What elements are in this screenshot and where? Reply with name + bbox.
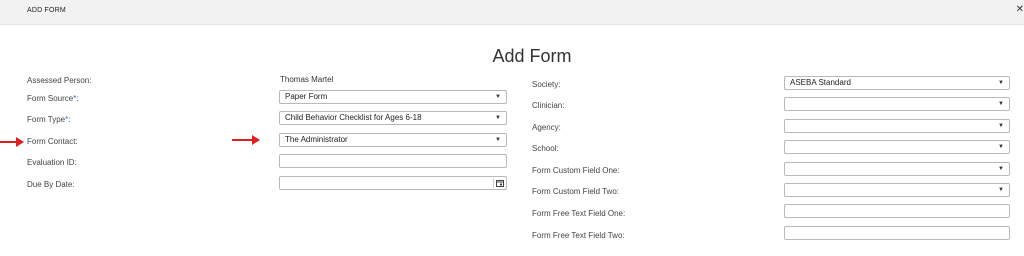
chevron-down-icon: ▼ [998, 144, 1004, 150]
due-by-date-label: Due By Date: [27, 180, 75, 189]
close-icon[interactable]: ✕ [1016, 4, 1024, 15]
free-text-field-one-label: Form Free Text Field One: [532, 209, 626, 218]
school-label: School: [532, 144, 559, 153]
chevron-down-icon: ▼ [998, 187, 1004, 193]
form-type-value: Child Behavior Checklist for Ages 6-18 [285, 113, 422, 122]
clinician-label: Clinician: [532, 101, 565, 110]
custom-field-two-label: Form Custom Field Two: [532, 187, 619, 196]
chevron-down-icon: ▼ [495, 94, 501, 100]
red-arrow-icon [232, 135, 260, 145]
chevron-down-icon: ▼ [998, 166, 1004, 172]
society-select[interactable]: ASEBA Standard ▼ [784, 76, 1010, 90]
chevron-down-icon: ▼ [495, 137, 501, 143]
agency-label: Agency: [532, 123, 561, 132]
society-label: Society: [532, 80, 561, 89]
agency-select[interactable]: ▼ [784, 119, 1010, 133]
chevron-down-icon: ▼ [495, 115, 501, 121]
calendar-icon[interactable] [493, 178, 505, 188]
form-contact-value: The Administrator [285, 135, 348, 144]
custom-field-one-label: Form Custom Field One: [532, 166, 620, 175]
school-select[interactable]: ▼ [784, 140, 1010, 154]
form-source-label: Form Source*: [27, 94, 79, 103]
assessed-person-label: Assessed Person: [27, 76, 92, 85]
chevron-down-icon: ▼ [998, 123, 1004, 129]
form-source-value: Paper Form [285, 92, 328, 101]
chevron-down-icon: ▼ [998, 101, 1004, 107]
red-arrow-icon [0, 137, 24, 147]
form-source-select[interactable]: Paper Form ▼ [279, 90, 507, 104]
page-title: Add Form [492, 46, 572, 66]
society-value: ASEBA Standard [790, 78, 851, 87]
form-type-label: Form Type*: [27, 115, 71, 124]
evaluation-id-input[interactable] [279, 154, 507, 168]
form-contact-label: Form Contact: [27, 137, 78, 146]
assessed-person-value: Thomas Martel [280, 75, 334, 84]
form-type-select[interactable]: Child Behavior Checklist for Ages 6-18 ▼ [279, 111, 507, 125]
custom-field-two-select[interactable]: ▼ [784, 183, 1010, 197]
free-text-field-two-input[interactable] [784, 226, 1010, 240]
free-text-field-two-label: Form Free Text Field Two: [532, 231, 625, 240]
header-bar: ADD FORM ✕ [0, 0, 1024, 25]
free-text-field-one-input[interactable] [784, 204, 1010, 218]
custom-field-one-select[interactable]: ▼ [784, 162, 1010, 176]
clinician-select[interactable]: ▼ [784, 97, 1010, 111]
header-title: ADD FORM [27, 7, 66, 14]
due-by-date-input[interactable] [279, 176, 507, 190]
chevron-down-icon: ▼ [998, 80, 1004, 86]
form-contact-select[interactable]: The Administrator ▼ [279, 133, 507, 147]
evaluation-id-label: Evaluation ID: [27, 158, 77, 167]
